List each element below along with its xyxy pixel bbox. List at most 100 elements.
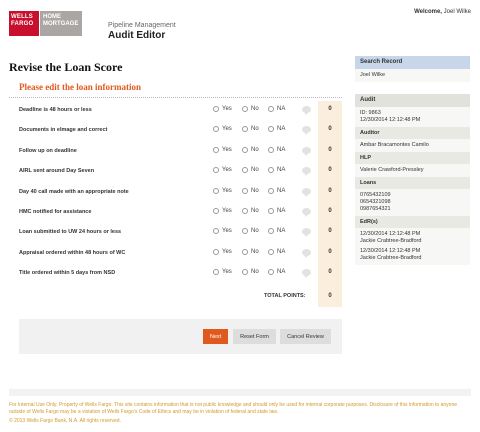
option-yes[interactable]: Yes	[213, 269, 232, 276]
radio-yes[interactable]	[213, 187, 219, 194]
option-no[interactable]: No	[242, 208, 259, 214]
search-record-header[interactable]: Search Record	[355, 56, 470, 69]
option-yes-label: Yes	[222, 248, 232, 255]
option-yes[interactable]: Yes	[213, 106, 232, 112]
radio-no[interactable]	[242, 187, 248, 194]
comment-icon[interactable]	[302, 187, 311, 197]
question-label: Loan submitted to UW 24 hours or less	[19, 229, 122, 236]
question-label: AIRL sent around Day Seven	[19, 168, 95, 175]
radio-na[interactable]	[268, 228, 274, 235]
option-no[interactable]: No	[242, 248, 259, 255]
radio-na[interactable]	[268, 146, 274, 153]
radio-no[interactable]	[242, 106, 248, 112]
option-yes[interactable]: Yes	[213, 126, 232, 133]
radio-yes[interactable]	[213, 126, 219, 133]
option-no-label: No	[251, 208, 259, 214]
radio-na[interactable]	[268, 126, 274, 133]
option-yes[interactable]: Yes	[213, 167, 232, 174]
option-yes[interactable]: Yes	[213, 187, 232, 194]
edr-name: Jackie Crabtree-Bradford	[360, 238, 422, 244]
audit-header: Audit	[355, 94, 470, 107]
option-no[interactable]: No	[242, 146, 259, 153]
radio-yes[interactable]	[213, 248, 219, 255]
option-na[interactable]: NA	[268, 106, 285, 112]
radio-yes[interactable]	[213, 208, 219, 214]
comment-icon[interactable]	[302, 208, 311, 217]
comment-icon[interactable]	[302, 126, 311, 136]
option-no[interactable]: No	[242, 106, 259, 112]
option-yes[interactable]: Yes	[213, 248, 232, 255]
radio-yes[interactable]	[213, 167, 219, 174]
option-na[interactable]: NA	[268, 187, 286, 194]
option-na-label: NA	[277, 106, 286, 112]
comment-icon[interactable]	[302, 106, 311, 115]
option-na[interactable]: NA	[268, 228, 285, 235]
question-row: Deadline is 48 hours or less Yes No NA 0	[9, 101, 342, 121]
radio-na[interactable]	[268, 167, 274, 174]
option-yes[interactable]: Yes	[213, 146, 232, 153]
option-yes[interactable]: Yes	[213, 228, 232, 235]
radio-no[interactable]	[242, 269, 248, 276]
logo-wells-fargo-block: WELLS FARGO	[9, 11, 39, 36]
radio-no[interactable]	[242, 146, 248, 153]
welcome-message: Welcome, Joel Wilke	[414, 9, 471, 15]
option-yes-label: Yes	[222, 269, 232, 276]
radio-no[interactable]	[242, 126, 248, 133]
option-na[interactable]: NA	[268, 146, 285, 153]
question-row: Appraisal ordered within 48 hours of WC Y…	[9, 244, 342, 264]
option-yes-label: Yes	[222, 228, 232, 235]
reset-form-button[interactable]: Reset Form	[233, 329, 276, 344]
radio-yes[interactable]	[213, 269, 219, 276]
radio-na[interactable]	[268, 248, 274, 255]
footer-copyright: © 2013 Wells Fargo Bank, N.A. All rights…	[9, 418, 121, 424]
comment-icon[interactable]	[302, 269, 311, 279]
option-na[interactable]: NA	[268, 248, 285, 255]
comment-icon[interactable]	[302, 248, 311, 258]
comment-icon[interactable]	[302, 167, 311, 177]
section-divider	[9, 97, 342, 98]
loans-list: 0765432109 0654321098 0987654321	[355, 189, 470, 216]
question-row: Title ordered within 5 days from NSD Yes N…	[9, 264, 342, 284]
option-no[interactable]: No	[242, 187, 259, 194]
option-na[interactable]: NA	[268, 269, 285, 276]
question-row: Day 40 call made with an appropriate not…	[9, 183, 342, 203]
loan-number: 0654321098	[360, 199, 391, 205]
question-score: 0	[328, 208, 332, 214]
radio-no[interactable]	[242, 228, 248, 235]
option-yes[interactable]: Yes	[213, 208, 232, 214]
welcome-user: Joel Wilke	[443, 9, 471, 15]
option-na[interactable]: NA	[268, 126, 285, 133]
option-na[interactable]: NA	[268, 208, 285, 214]
option-yes-label: Yes	[222, 106, 232, 112]
option-na[interactable]: NA	[268, 167, 285, 174]
radio-yes[interactable]	[213, 106, 219, 112]
radio-yes[interactable]	[213, 146, 219, 153]
cancel-review-button[interactable]: Cancel Review	[280, 329, 331, 344]
option-no[interactable]: No	[242, 269, 259, 276]
radio-na[interactable]	[268, 187, 274, 194]
question-row: Loan submitted to UW 24 hours or less Yes…	[9, 223, 342, 243]
question-score: 0	[328, 106, 332, 112]
page-header: WELLS FARGO HOME MORTGAGE Pipeline Manag…	[0, 0, 480, 44]
next-button[interactable]: Next	[203, 329, 228, 344]
radio-yes[interactable]	[213, 228, 219, 235]
radio-no[interactable]	[242, 208, 248, 214]
option-no[interactable]: No	[242, 126, 259, 133]
comment-icon[interactable]	[302, 228, 311, 238]
total-points-label: TOTAL POINTS:	[264, 293, 306, 299]
option-no[interactable]: No	[242, 167, 259, 174]
option-na-label: NA	[277, 187, 286, 194]
edr-date: 12/30/2014 12:12:48 PM	[360, 248, 421, 254]
radio-no[interactable]	[242, 248, 248, 255]
comment-icon[interactable]	[302, 146, 311, 156]
radio-na[interactable]	[268, 208, 274, 214]
option-no[interactable]: No	[242, 228, 259, 235]
section-title: Please edit the loan information	[19, 82, 141, 92]
wells-fargo-logo[interactable]: WELLS FARGO HOME MORTGAGE	[9, 11, 82, 36]
radio-na[interactable]	[268, 106, 274, 112]
search-record-value: Joel Wilke	[355, 69, 470, 82]
radio-no[interactable]	[242, 167, 248, 174]
radio-na[interactable]	[268, 269, 274, 276]
option-yes-label: Yes	[222, 167, 232, 174]
question-label: HMC notified for assistance	[19, 209, 92, 215]
